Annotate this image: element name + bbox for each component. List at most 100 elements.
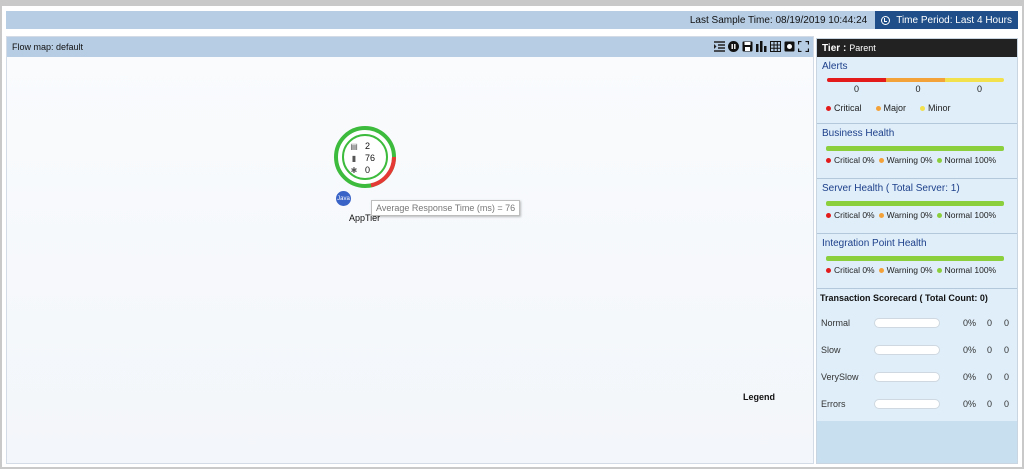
scorecard-count: 0 xyxy=(1004,371,1010,382)
scorecard-title: Transaction Scorecard ( Total Count: 0) xyxy=(820,293,988,303)
flow-map-canvas[interactable] xyxy=(7,57,813,463)
window-frame-left xyxy=(0,0,2,469)
server-health-bar xyxy=(826,201,1004,206)
scorecard-row[interactable]: VerySlow 0% 0 0 xyxy=(820,363,1014,390)
node-calls-value: 2 xyxy=(365,141,371,151)
major-label: Major xyxy=(883,103,907,113)
scorecard-count: 0 xyxy=(987,398,993,409)
business-health-title: Business Health xyxy=(822,128,895,139)
flow-map-toolbar xyxy=(714,41,809,52)
clock-icon xyxy=(881,15,891,25)
window-frame-top xyxy=(0,0,1024,6)
scorecard-count: 0 xyxy=(1004,317,1010,328)
server-warning: Warning 0% xyxy=(886,210,933,220)
critical-dot-icon xyxy=(826,213,831,219)
alerts-minor-count: 0 xyxy=(976,84,982,94)
business-normal: Normal 100% xyxy=(944,155,997,165)
business-health-section: Business Health Critical 0% Warning 0% N… xyxy=(817,124,1017,179)
warning-dot-icon xyxy=(878,213,884,219)
last-sample-time: Last Sample Time: 08/19/2019 10:44:24 xyxy=(689,14,868,26)
node-tooltip: Average Response Time (ms) = 76 xyxy=(371,200,521,216)
critical-dot-icon xyxy=(826,106,831,112)
integration-health-section: Integration Point Health Critical 0% War… xyxy=(817,234,1017,289)
business-health-legend: Critical 0% Warning 0% Normal 100% xyxy=(822,155,1012,165)
critical-dot-icon xyxy=(826,268,831,274)
tier-header: Tier : Parent xyxy=(817,39,1017,57)
scorecard-row[interactable]: Slow 0% 0 0 xyxy=(820,336,1014,363)
alerts-legend-minor: Minor xyxy=(920,103,951,113)
scorecard-bar xyxy=(874,317,940,328)
scorecard-count: 0 xyxy=(987,371,993,382)
tier-header-value: Parent xyxy=(849,43,876,53)
bar-chart-icon[interactable] xyxy=(756,41,767,52)
flow-map-panel: Flow map: default xyxy=(6,36,814,464)
scorecard-count: 0 xyxy=(1004,344,1010,355)
scorecard-label: Normal xyxy=(821,317,851,328)
alerts-major-count: 0 xyxy=(915,84,921,94)
time-period-label: Time Period: Last 4 Hours xyxy=(896,14,1012,26)
alerts-title: Alerts xyxy=(822,61,848,72)
server-health-title: Server Health ( Total Server: 1) xyxy=(822,183,960,194)
grid-icon[interactable] xyxy=(770,41,781,52)
business-warning: Warning 0% xyxy=(886,155,933,165)
scorecard-pct: 0% xyxy=(963,398,977,409)
normal-dot-icon xyxy=(936,158,942,164)
scorecard-count: 0 xyxy=(987,317,993,328)
alerts-counts: 0 0 0 xyxy=(822,82,1012,94)
alerts-bar-minor xyxy=(945,78,1004,82)
pause-icon[interactable] xyxy=(728,41,739,52)
business-health-bar xyxy=(826,146,1004,151)
node-errors-value: 0 xyxy=(365,165,371,175)
scorecard-label: Errors xyxy=(821,398,846,409)
scorecard-row[interactable]: Normal 0% 0 0 xyxy=(820,309,1014,336)
scorecard-pct: 0% xyxy=(963,344,977,355)
java-badge-icon: Java xyxy=(336,191,351,206)
scorecard-bar xyxy=(874,398,940,409)
time-period-button[interactable]: Time Period: Last 4 Hours xyxy=(875,11,1018,29)
save-icon[interactable] xyxy=(742,41,753,52)
integration-normal: Normal 100% xyxy=(944,265,997,275)
scorecard-count: 0 xyxy=(987,344,993,355)
alerts-legend-major: Major xyxy=(875,103,907,113)
server-normal: Normal 100% xyxy=(944,210,997,220)
app-tier-node[interactable]: ▤ 2 ▮ 76 ✱ 0 xyxy=(333,125,397,189)
bar-icon: ▮ xyxy=(351,153,357,163)
normal-dot-icon xyxy=(936,268,942,274)
legend-link[interactable]: Legend xyxy=(743,392,775,402)
screenshot-icon[interactable] xyxy=(784,41,795,52)
list-indent-icon[interactable] xyxy=(714,41,725,52)
scorecard-row[interactable]: Errors 0% 0 0 xyxy=(820,390,1014,417)
alerts-critical-count: 0 xyxy=(854,84,860,94)
node-stat-calls: ▤ 2 xyxy=(349,140,383,152)
calls-icon: ▤ xyxy=(350,141,358,151)
minor-label: Minor xyxy=(928,103,951,113)
minor-dot-icon xyxy=(920,106,926,112)
node-response-value: 76 xyxy=(365,153,376,163)
scorecard-label: Slow xyxy=(821,344,841,355)
business-critical: Critical 0% xyxy=(834,155,875,165)
server-health-legend: Critical 0% Warning 0% Normal 100% xyxy=(822,210,1012,220)
transaction-scorecard: Transaction Scorecard ( Total Count: 0) … xyxy=(817,289,1017,421)
fullscreen-icon[interactable] xyxy=(798,41,809,52)
normal-dot-icon xyxy=(936,213,942,219)
error-icon: ✱ xyxy=(350,165,358,175)
top-status-bar: Last Sample Time: 08/19/2019 10:44:24 Ti… xyxy=(6,11,1018,29)
alerts-legend-critical: Critical xyxy=(826,103,862,113)
scorecard-bar xyxy=(874,371,940,382)
integration-critical: Critical 0% xyxy=(834,265,875,275)
critical-dot-icon xyxy=(826,158,831,164)
node-stat-response: ▮ 76 xyxy=(349,152,383,164)
major-dot-icon xyxy=(875,106,881,112)
integration-health-legend: Critical 0% Warning 0% Normal 100% xyxy=(822,265,1012,275)
critical-label: Critical xyxy=(834,103,862,113)
integration-warning: Warning 0% xyxy=(886,265,933,275)
flow-map-header: Flow map: default xyxy=(7,37,813,57)
scorecard-pct: 0% xyxy=(963,317,977,328)
warning-dot-icon xyxy=(878,158,884,164)
scorecard-count: 0 xyxy=(1004,398,1010,409)
alerts-bar xyxy=(827,78,1004,82)
tier-info-panel: Tier : Parent Alerts 0 0 0 Critical Majo… xyxy=(816,38,1018,464)
node-stats: ▤ 2 ▮ 76 ✱ 0 xyxy=(349,140,383,176)
tier-header-label: Tier : xyxy=(822,42,847,54)
warning-dot-icon xyxy=(878,268,884,274)
